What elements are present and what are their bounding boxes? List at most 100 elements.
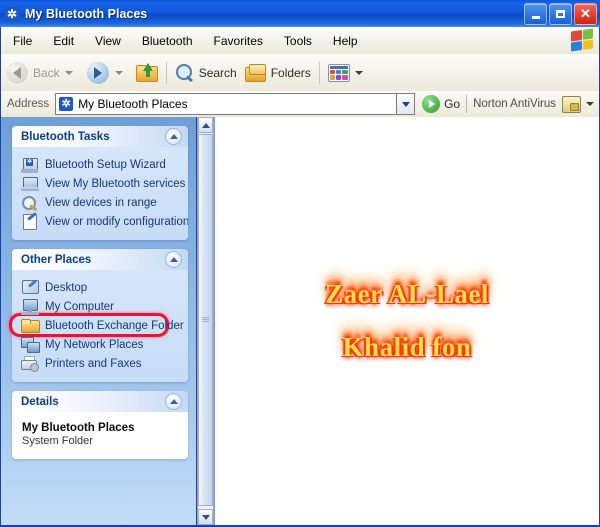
- place-printers-and-faxes[interactable]: Printers and Faxes: [21, 355, 182, 372]
- forward-button[interactable]: [82, 58, 132, 88]
- windows-flag-icon: [571, 28, 593, 52]
- menu-view[interactable]: View: [86, 32, 130, 50]
- address-label: Address: [7, 98, 50, 110]
- folders-label: Folders: [270, 65, 311, 80]
- back-dropdown-icon[interactable]: [64, 70, 73, 75]
- back-label: Back: [33, 65, 60, 80]
- desktop-icon: [21, 279, 39, 296]
- watermark-line-2: Khalid fon: [342, 332, 472, 362]
- panel-header-details[interactable]: Details: [12, 391, 188, 412]
- window-controls: ✕: [524, 3, 597, 25]
- client-area: Bluetooth Tasks ✲ Bluetooth Setup Wizard: [1, 117, 599, 525]
- chevron-up-icon[interactable]: [165, 393, 182, 410]
- task-view-my-bluetooth-services[interactable]: View My Bluetooth services: [21, 175, 185, 192]
- task-bluetooth-setup-wizard[interactable]: ✲ Bluetooth Setup Wizard: [21, 156, 182, 173]
- magnifier-icon: [21, 195, 39, 211]
- views-dropdown-icon[interactable]: [354, 70, 363, 75]
- norton-antivirus-icon[interactable]: [562, 95, 581, 113]
- close-button[interactable]: ✕: [574, 3, 597, 25]
- menu-help[interactable]: Help: [324, 32, 367, 50]
- place-bluetooth-exchange-folder[interactable]: Bluetooth Exchange Folder: [21, 317, 184, 334]
- details-name: My Bluetooth Places: [22, 422, 135, 434]
- panel-body-bluetooth-tasks: ✲ Bluetooth Setup Wizard View My Bluetoo…: [12, 147, 188, 240]
- panel-title: Bluetooth Tasks: [21, 130, 110, 143]
- panel-details: Details My Bluetooth Places System Folde…: [12, 391, 188, 459]
- search-button[interactable]: Search: [171, 58, 241, 88]
- panel-header-other-places[interactable]: Other Places: [12, 249, 188, 270]
- configuration-icon: [21, 211, 39, 230]
- network-icon: [21, 336, 40, 353]
- panel-title: Other Places: [21, 253, 92, 266]
- menu-tools[interactable]: Tools: [275, 32, 321, 50]
- place-desktop[interactable]: Desktop: [21, 279, 182, 296]
- title-bar: ✲ My Bluetooth Places ✕: [0, 0, 600, 27]
- task-sidebar: Bluetooth Tasks ✲ Bluetooth Setup Wizard: [1, 117, 197, 525]
- search-icon: [175, 63, 195, 83]
- back-button[interactable]: Back: [1, 58, 82, 88]
- task-view-devices-in-range[interactable]: View devices in range: [21, 194, 182, 211]
- bluetooth-places-window: ✲ My Bluetooth Places ✕ File Edit View B…: [0, 0, 600, 527]
- maximize-button[interactable]: [549, 3, 572, 25]
- panel-header-bluetooth-tasks[interactable]: Bluetooth Tasks: [12, 126, 188, 147]
- forward-arrow-icon: [85, 60, 110, 85]
- menu-bluetooth[interactable]: Bluetooth: [133, 32, 202, 50]
- go-label: Go: [444, 97, 461, 111]
- norton-dropdown-icon[interactable]: [586, 102, 594, 106]
- details-type: System Folder: [22, 435, 93, 447]
- watermark: Zaer AL-Lael Khalid fon: [215, 117, 599, 525]
- menu-edit[interactable]: Edit: [44, 32, 83, 50]
- window-title: My Bluetooth Places: [25, 6, 148, 21]
- address-bar: Address ✲ My Bluetooth Places Go Norton …: [1, 91, 599, 118]
- panel-title: Details: [21, 395, 59, 408]
- place-my-network-places[interactable]: My Network Places: [21, 336, 182, 353]
- chevron-up-icon[interactable]: [165, 251, 182, 268]
- chevron-up-icon[interactable]: [165, 128, 182, 145]
- laptop-icon: [21, 176, 39, 192]
- address-value: My Bluetooth Places: [78, 97, 188, 111]
- norton-antivirus-label[interactable]: Norton AntiVirus: [473, 98, 556, 110]
- up-button[interactable]: [132, 58, 162, 88]
- menu-file[interactable]: File: [4, 32, 41, 50]
- views-button[interactable]: [324, 58, 372, 88]
- place-label: Bluetooth Exchange Folder: [45, 319, 184, 332]
- place-my-computer[interactable]: My Computer: [21, 298, 182, 315]
- search-label: Search: [198, 65, 237, 80]
- bluetooth-icon: ✲: [4, 5, 20, 22]
- scroll-up-button[interactable]: [198, 117, 213, 133]
- forward-dropdown-icon[interactable]: [114, 70, 123, 75]
- my-computer-icon: [21, 298, 39, 315]
- address-separator: [466, 95, 468, 113]
- address-dropdown-button[interactable]: [396, 93, 416, 115]
- panel-body-details: My Bluetooth Places System Folder: [12, 412, 188, 459]
- scroll-down-button[interactable]: [198, 509, 213, 525]
- task-label: View devices in range: [45, 196, 157, 209]
- menu-favorites[interactable]: Favorites: [205, 32, 272, 50]
- back-arrow-icon: [5, 60, 29, 85]
- panel-other-places: Other Places Desktop My Computer Bluetoo…: [12, 249, 188, 382]
- place-label: Desktop: [45, 281, 88, 294]
- watermark-line-1: Zaer AL-Lael: [325, 279, 489, 309]
- scrollbar-thumb[interactable]: [198, 134, 213, 506]
- place-label: Printers and Faxes: [45, 357, 142, 370]
- task-label: View or modify configuration: [45, 215, 188, 228]
- vertical-scrollbar[interactable]: [197, 117, 214, 525]
- menu-bar: File Edit View Bluetooth Favorites Tools…: [1, 27, 599, 55]
- folder-icon: [21, 318, 40, 334]
- views-icon: [327, 63, 350, 82]
- folders-icon: [244, 63, 267, 82]
- panel-bluetooth-tasks: Bluetooth Tasks ✲ Bluetooth Setup Wizard: [12, 126, 188, 240]
- task-view-or-modify-configuration[interactable]: View or modify configuration: [21, 211, 188, 230]
- task-label: Bluetooth Setup Wizard: [45, 158, 166, 171]
- bluetooth-wizard-icon: ✲: [21, 157, 39, 173]
- address-input[interactable]: ✲ My Bluetooth Places: [55, 93, 397, 115]
- content-pane[interactable]: Zaer AL-Lael Khalid fon: [215, 117, 599, 525]
- place-label: My Computer: [45, 300, 115, 313]
- toolbar-separator-2: [318, 61, 320, 84]
- toolbar-separator: [165, 61, 167, 84]
- folders-button[interactable]: Folders: [241, 58, 315, 88]
- go-button[interactable]: Go: [422, 95, 460, 113]
- minimize-button[interactable]: [524, 3, 547, 25]
- bluetooth-icon: ✲: [59, 97, 74, 111]
- place-label: My Network Places: [45, 338, 144, 351]
- toolbar: Back Search Folders: [1, 54, 599, 92]
